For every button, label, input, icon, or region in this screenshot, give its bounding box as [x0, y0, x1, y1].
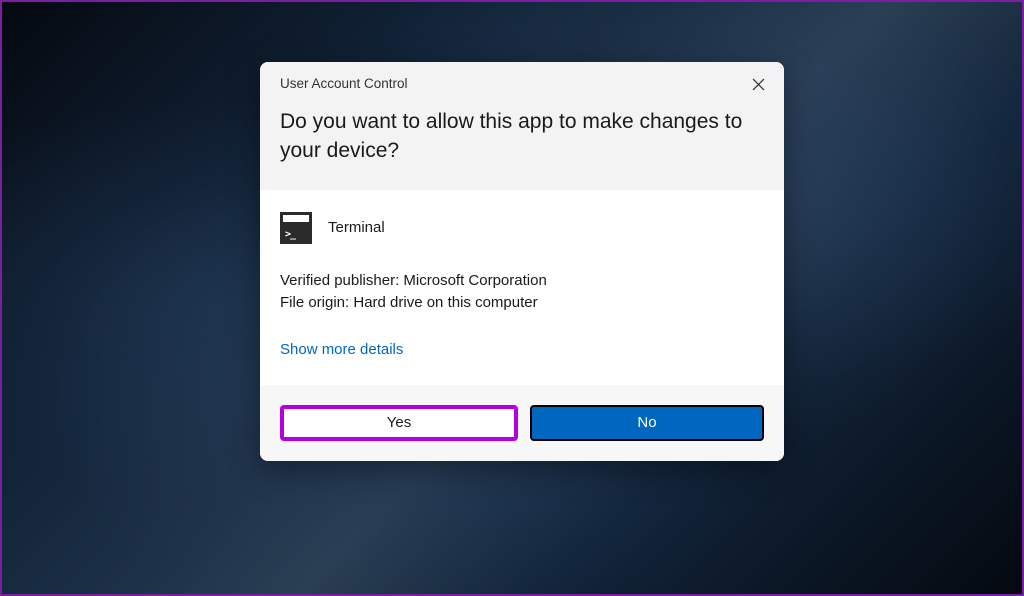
close-button[interactable]	[748, 74, 768, 94]
origin-line: File origin: Hard drive on this computer	[280, 292, 764, 315]
show-more-details-link[interactable]: Show more details	[280, 341, 403, 358]
dialog-header: User Account Control Do you want to allo…	[260, 62, 784, 190]
yes-button[interactable]: Yes	[280, 405, 518, 441]
publisher-line: Verified publisher: Microsoft Corporatio…	[280, 270, 764, 293]
no-button[interactable]: No	[530, 405, 764, 441]
publisher-info: Verified publisher: Microsoft Corporatio…	[280, 270, 764, 315]
dialog-footer: Yes No	[260, 385, 784, 461]
dialog-title: User Account Control	[280, 76, 764, 91]
app-row: Terminal	[280, 212, 764, 244]
terminal-icon	[280, 212, 312, 244]
close-icon	[752, 78, 765, 91]
uac-dialog: User Account Control Do you want to allo…	[260, 62, 784, 461]
dialog-question: Do you want to allow this app to make ch…	[280, 107, 764, 166]
app-name: Terminal	[328, 219, 385, 236]
dialog-body: Terminal Verified publisher: Microsoft C…	[260, 190, 784, 385]
